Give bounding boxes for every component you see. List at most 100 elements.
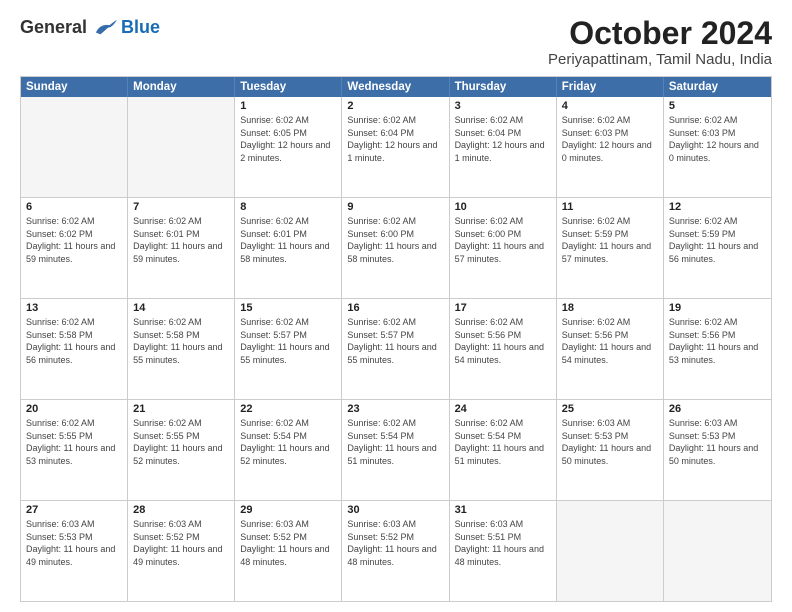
- cell-info: Sunrise: 6:03 AM Sunset: 5:53 PM Dayligh…: [26, 518, 122, 568]
- cell-date: 8: [240, 201, 336, 213]
- cell-date: 24: [455, 403, 551, 415]
- cal-cell-1-0: 6 Sunrise: 6:02 AM Sunset: 6:02 PM Daylig…: [21, 198, 128, 298]
- cell-info: Sunrise: 6:02 AM Sunset: 5:58 PM Dayligh…: [26, 316, 122, 366]
- cal-cell-3-1: 21 Sunrise: 6:02 AM Sunset: 5:55 PM Dayli…: [128, 400, 235, 500]
- cal-cell-4-2: 29Sunrise: 6:03 AM Sunset: 5:52 PM Dayli…: [235, 501, 342, 601]
- cell-info: Sunrise: 6:02 AM Sunset: 6:04 PM Dayligh…: [455, 114, 551, 164]
- cal-cell-0-6: 5 Sunrise: 6:02 AM Sunset: 6:03 PM Daylig…: [664, 97, 771, 197]
- cell-date: 21: [133, 403, 229, 415]
- header-saturday: Saturday: [664, 77, 771, 97]
- cal-cell-1-4: 10Sunrise: 6:02 AM Sunset: 6:00 PM Dayli…: [450, 198, 557, 298]
- cell-date: 15: [240, 302, 336, 314]
- header-wednesday: Wednesday: [342, 77, 449, 97]
- cal-row-3: 20Sunrise: 6:02 AM Sunset: 5:55 PM Dayli…: [21, 399, 771, 500]
- header: General Blue October 2024 Periyapattinam…: [20, 16, 772, 68]
- logo-bird-icon: [91, 16, 119, 38]
- cell-date: 6: [26, 201, 122, 213]
- cell-info: Sunrise: 6:02 AM Sunset: 5:58 PM Dayligh…: [133, 316, 229, 366]
- cal-cell-0-1: [128, 97, 235, 197]
- cell-info: Sunrise: 6:02 AM Sunset: 6:00 PM Dayligh…: [347, 215, 443, 265]
- cell-date: 18: [562, 302, 658, 314]
- cal-cell-2-2: 15 Sunrise: 6:02 AM Sunset: 5:57 PM Dayli…: [235, 299, 342, 399]
- calendar: Sunday Monday Tuesday Wednesday Thursday…: [20, 76, 772, 602]
- cell-date: 23: [347, 403, 443, 415]
- cell-info: Sunrise: 6:02 AM Sunset: 5:59 PM Dayligh…: [669, 215, 766, 265]
- cell-info: Sunrise: 6:02 AM Sunset: 5:54 PM Dayligh…: [347, 417, 443, 467]
- cal-cell-4-0: 27 Sunrise: 6:03 AM Sunset: 5:53 PM Dayli…: [21, 501, 128, 601]
- cal-cell-2-4: 17 Sunrise: 6:02 AM Sunset: 5:56 PM Dayli…: [450, 299, 557, 399]
- cal-cell-1-2: 8 Sunrise: 6:02 AM Sunset: 6:01 PM Daylig…: [235, 198, 342, 298]
- cell-info: Sunrise: 6:02 AM Sunset: 5:54 PM Dayligh…: [455, 417, 551, 467]
- cal-cell-2-3: 16Sunrise: 6:02 AM Sunset: 5:57 PM Dayli…: [342, 299, 449, 399]
- cell-info: Sunrise: 6:02 AM Sunset: 5:55 PM Dayligh…: [133, 417, 229, 467]
- cell-info: Sunrise: 6:03 AM Sunset: 5:53 PM Dayligh…: [562, 417, 658, 467]
- title-area: October 2024 Periyapattinam, Tamil Nadu,…: [548, 16, 772, 68]
- cal-cell-4-5: [557, 501, 664, 601]
- logo-general-text: General: [20, 17, 87, 38]
- header-tuesday: Tuesday: [235, 77, 342, 97]
- cell-date: 28: [133, 504, 229, 516]
- cal-cell-3-0: 20Sunrise: 6:02 AM Sunset: 5:55 PM Dayli…: [21, 400, 128, 500]
- cell-date: 17: [455, 302, 551, 314]
- cell-info: Sunrise: 6:02 AM Sunset: 5:54 PM Dayligh…: [240, 417, 336, 467]
- logo: General Blue: [20, 16, 160, 38]
- cell-info: Sunrise: 6:03 AM Sunset: 5:53 PM Dayligh…: [669, 417, 766, 467]
- cal-cell-4-4: 31Sunrise: 6:03 AM Sunset: 5:51 PM Dayli…: [450, 501, 557, 601]
- cal-cell-0-0: [21, 97, 128, 197]
- calendar-header: Sunday Monday Tuesday Wednesday Thursday…: [21, 77, 771, 97]
- cell-date: 22: [240, 403, 336, 415]
- cal-cell-4-6: [664, 501, 771, 601]
- cal-row-1: 6 Sunrise: 6:02 AM Sunset: 6:02 PM Daylig…: [21, 197, 771, 298]
- cal-row-2: 13 Sunrise: 6:02 AM Sunset: 5:58 PM Dayli…: [21, 298, 771, 399]
- cell-info: Sunrise: 6:02 AM Sunset: 6:02 PM Dayligh…: [26, 215, 122, 265]
- header-friday: Friday: [557, 77, 664, 97]
- cell-date: 4: [562, 100, 658, 112]
- cell-date: 9: [347, 201, 443, 213]
- cal-cell-3-4: 24 Sunrise: 6:02 AM Sunset: 5:54 PM Dayli…: [450, 400, 557, 500]
- cell-date: 29: [240, 504, 336, 516]
- cal-cell-3-5: 25Sunrise: 6:03 AM Sunset: 5:53 PM Dayli…: [557, 400, 664, 500]
- cell-info: Sunrise: 6:02 AM Sunset: 6:03 PM Dayligh…: [562, 114, 658, 164]
- cell-info: Sunrise: 6:02 AM Sunset: 5:56 PM Dayligh…: [669, 316, 766, 366]
- cal-cell-0-3: 2 Sunrise: 6:02 AM Sunset: 6:04 PM Daylig…: [342, 97, 449, 197]
- cal-cell-0-4: 3 Sunrise: 6:02 AM Sunset: 6:04 PM Daylig…: [450, 97, 557, 197]
- cal-cell-3-2: 22 Sunrise: 6:02 AM Sunset: 5:54 PM Dayli…: [235, 400, 342, 500]
- month-title: October 2024: [548, 16, 772, 51]
- page: General Blue October 2024 Periyapattinam…: [0, 0, 792, 612]
- cal-cell-2-5: 18 Sunrise: 6:02 AM Sunset: 5:56 PM Dayli…: [557, 299, 664, 399]
- cell-date: 13: [26, 302, 122, 314]
- cal-cell-0-2: 1Sunrise: 6:02 AM Sunset: 6:05 PM Daylig…: [235, 97, 342, 197]
- cell-date: 5: [669, 100, 766, 112]
- cell-info: Sunrise: 6:02 AM Sunset: 5:55 PM Dayligh…: [26, 417, 122, 467]
- cell-date: 10: [455, 201, 551, 213]
- cell-date: 14: [133, 302, 229, 314]
- cell-date: 27: [26, 504, 122, 516]
- cell-info: Sunrise: 6:02 AM Sunset: 5:57 PM Dayligh…: [347, 316, 443, 366]
- header-monday: Monday: [128, 77, 235, 97]
- cell-date: 3: [455, 100, 551, 112]
- cell-date: 1: [240, 100, 336, 112]
- cal-cell-1-5: 11 Sunrise: 6:02 AM Sunset: 5:59 PM Dayli…: [557, 198, 664, 298]
- cell-info: Sunrise: 6:02 AM Sunset: 5:56 PM Dayligh…: [455, 316, 551, 366]
- cell-info: Sunrise: 6:02 AM Sunset: 6:04 PM Dayligh…: [347, 114, 443, 164]
- cell-date: 30: [347, 504, 443, 516]
- cal-cell-1-6: 12Sunrise: 6:02 AM Sunset: 5:59 PM Dayli…: [664, 198, 771, 298]
- location-title: Periyapattinam, Tamil Nadu, India: [548, 51, 772, 68]
- cal-cell-4-1: 28Sunrise: 6:03 AM Sunset: 5:52 PM Dayli…: [128, 501, 235, 601]
- cell-date: 2: [347, 100, 443, 112]
- cal-cell-2-6: 19Sunrise: 6:02 AM Sunset: 5:56 PM Dayli…: [664, 299, 771, 399]
- cal-row-4: 27 Sunrise: 6:03 AM Sunset: 5:53 PM Dayli…: [21, 500, 771, 601]
- cal-cell-2-0: 13 Sunrise: 6:02 AM Sunset: 5:58 PM Dayli…: [21, 299, 128, 399]
- cal-cell-4-3: 30 Sunrise: 6:03 AM Sunset: 5:52 PM Dayli…: [342, 501, 449, 601]
- cell-info: Sunrise: 6:02 AM Sunset: 5:57 PM Dayligh…: [240, 316, 336, 366]
- cell-date: 11: [562, 201, 658, 213]
- cell-date: 31: [455, 504, 551, 516]
- cell-info: Sunrise: 6:02 AM Sunset: 6:01 PM Dayligh…: [133, 215, 229, 265]
- cell-info: Sunrise: 6:02 AM Sunset: 6:01 PM Dayligh…: [240, 215, 336, 265]
- header-sunday: Sunday: [21, 77, 128, 97]
- cell-info: Sunrise: 6:02 AM Sunset: 6:03 PM Dayligh…: [669, 114, 766, 164]
- cell-info: Sunrise: 6:02 AM Sunset: 5:59 PM Dayligh…: [562, 215, 658, 265]
- cell-info: Sunrise: 6:02 AM Sunset: 5:56 PM Dayligh…: [562, 316, 658, 366]
- cell-info: Sunrise: 6:03 AM Sunset: 5:52 PM Dayligh…: [347, 518, 443, 568]
- cal-cell-1-3: 9 Sunrise: 6:02 AM Sunset: 6:00 PM Daylig…: [342, 198, 449, 298]
